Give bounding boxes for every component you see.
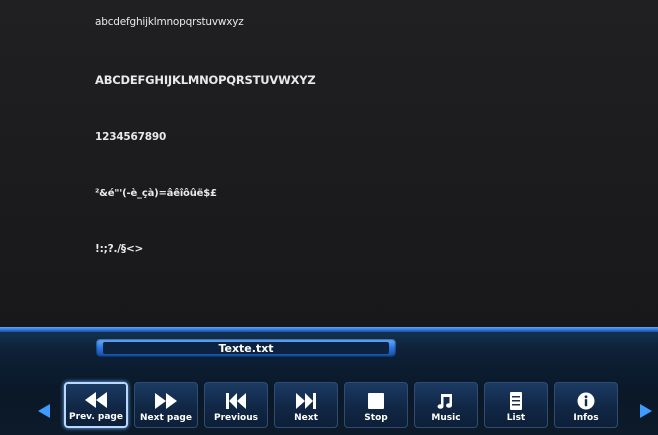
next-label: Next <box>294 413 318 423</box>
stop-label: Stop <box>364 413 388 423</box>
text-line-accents: ²&é"'(-è_çà)=âêîôûë$£ <box>95 188 217 199</box>
music-button[interactable]: Music <box>414 382 478 428</box>
list-button[interactable]: List <box>484 382 548 428</box>
stop-icon <box>368 393 384 409</box>
skip-forward-icon <box>296 393 316 409</box>
text-line-lowercase: abcdefghijklmnopqrstuvwxyz <box>95 16 244 28</box>
stop-button[interactable]: Stop <box>344 382 408 428</box>
text-line-punctuation: !:;?./§<> <box>95 243 144 255</box>
scroll-left-arrow-icon[interactable] <box>38 404 50 418</box>
text-line-digits: 1234567890 <box>95 131 167 143</box>
previous-button[interactable]: Previous <box>204 382 268 428</box>
music-label: Music <box>431 413 461 423</box>
text-line-uppercase: ABCDEFGHIJKLMNOPQRSTUVWXYZ <box>95 73 316 87</box>
prev-page-button[interactable]: Prev. page <box>64 382 128 428</box>
skip-back-icon <box>226 393 246 409</box>
list-icon <box>510 392 522 410</box>
filename-bar: Texte.txt <box>96 339 396 357</box>
infos-label: Infos <box>573 413 599 423</box>
infos-button[interactable]: Infos <box>554 382 618 428</box>
scroll-right-arrow-icon[interactable] <box>640 404 652 418</box>
next-button[interactable]: Next <box>274 382 338 428</box>
prev-page-label: Prev. page <box>69 412 123 422</box>
filename-label: Texte.txt <box>103 342 389 355</box>
next-page-label: Next page <box>140 413 192 423</box>
music-note-icon <box>437 394 452 409</box>
text-viewer: abcdefghijklmnopqrstuvwxyz ABCDEFGHIJKLM… <box>0 0 658 332</box>
next-page-button[interactable]: Next page <box>134 382 198 428</box>
rewind-icon <box>85 392 107 408</box>
info-icon <box>577 392 595 410</box>
fast-forward-icon <box>155 393 177 409</box>
previous-label: Previous <box>213 413 259 423</box>
list-label: List <box>506 413 526 423</box>
toolbar: Prev. page Next page Previous Next Stop … <box>64 382 618 430</box>
